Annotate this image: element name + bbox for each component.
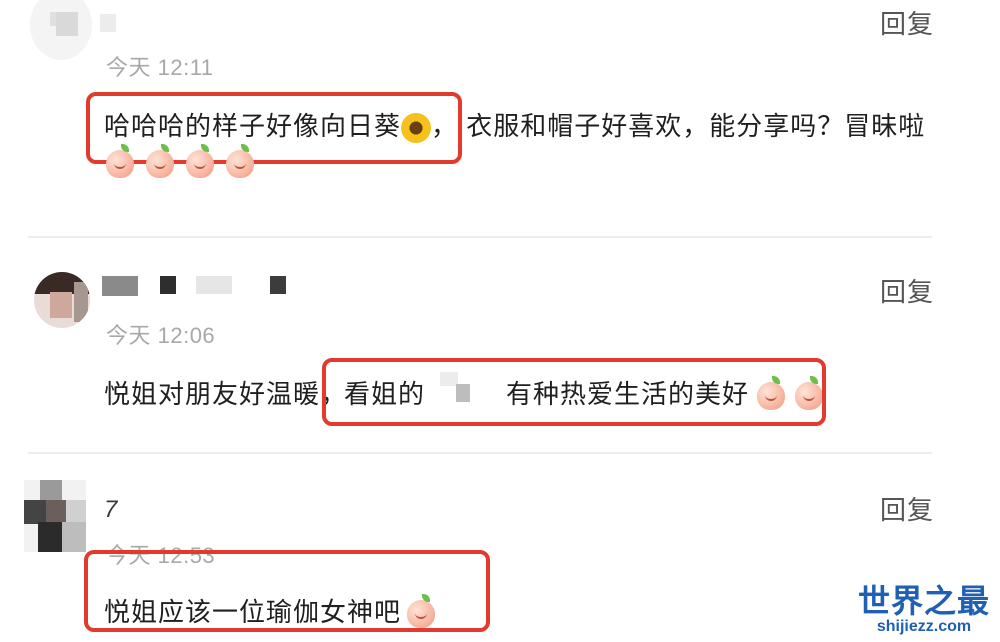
username-blur (102, 276, 138, 296)
comment-text-rest: ， 衣服和帽子好喜欢，能分享吗？冒昧啦 (431, 111, 926, 141)
avatar-face (50, 292, 72, 318)
username-blur (56, 12, 78, 36)
divider (28, 236, 932, 238)
watermark-title: 世界之最 (857, 582, 990, 620)
peach-shy-icon (186, 144, 214, 178)
comment-time: 今天 12:11 (106, 55, 214, 80)
avatar-blur (46, 500, 66, 522)
reply-button[interactable]: 回复 (880, 490, 934, 527)
username-blur (100, 14, 116, 32)
peach-kiss-icon (106, 144, 134, 178)
comment-time: 今天 12:06 (106, 323, 216, 348)
comment-text-lead: 悦姐对朋友好温暖， (104, 379, 348, 409)
avatar-blur (74, 282, 88, 322)
peach-shy-icon (226, 144, 254, 178)
avatar-blur (40, 480, 62, 500)
avatar-blur (66, 500, 86, 522)
highlight-box (84, 550, 490, 632)
highlight-box (322, 358, 826, 426)
reply-button[interactable]: 回复 (880, 272, 934, 309)
username[interactable]: 7 (104, 496, 117, 524)
avatar-blur (62, 522, 86, 552)
avatar[interactable] (34, 272, 90, 328)
divider (28, 452, 932, 454)
username-blur (270, 276, 286, 294)
watermark: 世界之最 shijiezz.com (858, 576, 990, 636)
username-blur (196, 276, 232, 294)
peach-kiss-icon (146, 144, 174, 178)
username-blur (160, 276, 176, 294)
watermark-url: shijiezz.com (876, 618, 972, 635)
avatar-blur (24, 500, 46, 524)
comment-text: 悦姐对朋友好温暖， (104, 374, 347, 411)
avatar[interactable] (24, 480, 86, 552)
reply-button[interactable]: 回复 (880, 4, 934, 41)
emoji-row (106, 144, 254, 178)
avatar-blur (38, 522, 62, 552)
